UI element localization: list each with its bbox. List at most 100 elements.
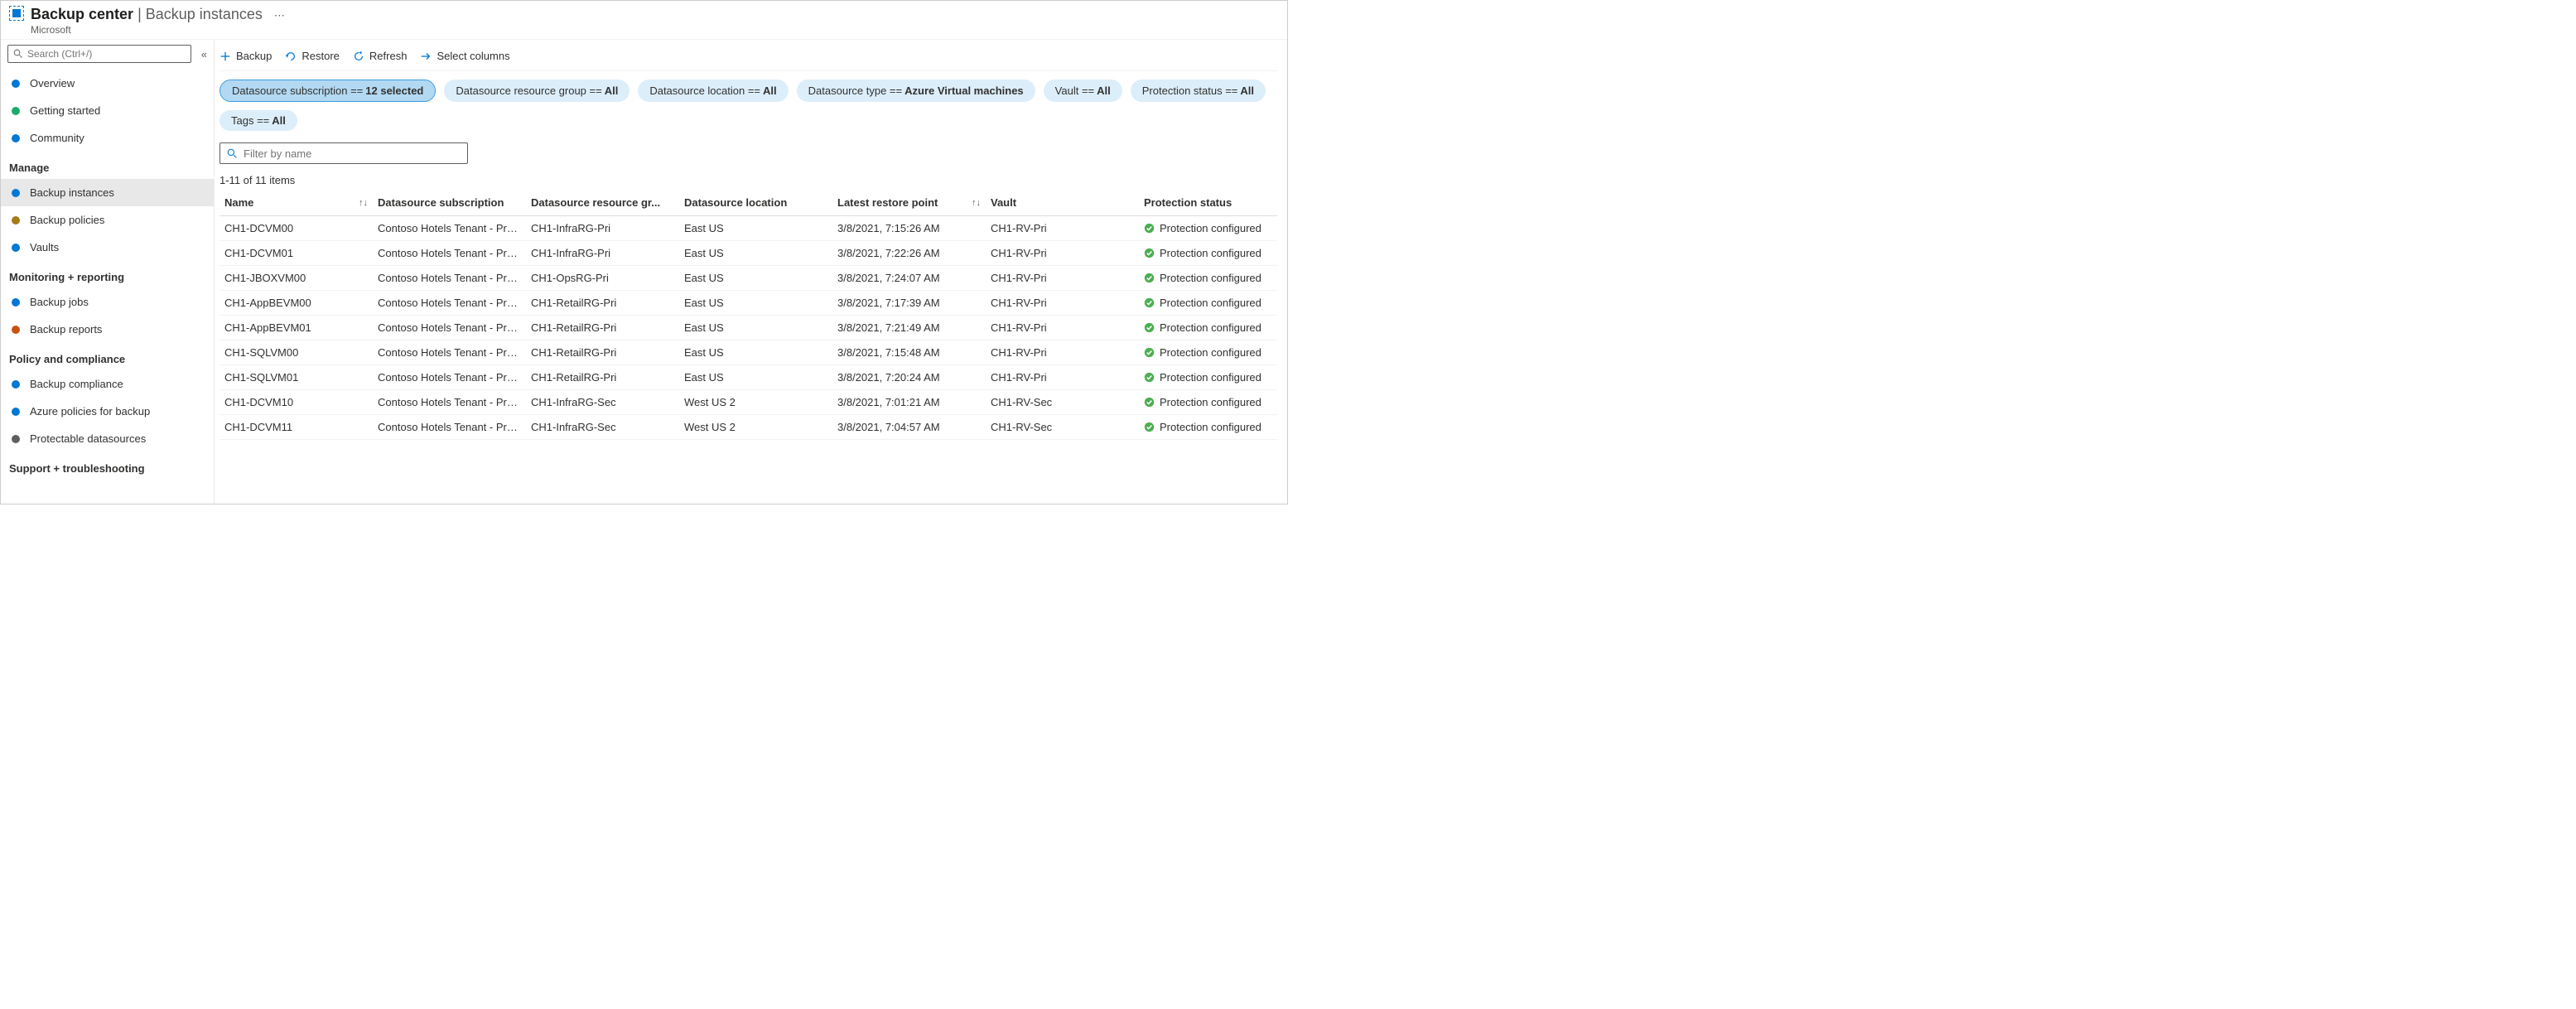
cell-status: Protection configured: [1139, 241, 1277, 266]
filter-chip[interactable]: Protection status == All: [1131, 80, 1266, 102]
column-header[interactable]: Datasource location: [679, 190, 832, 216]
table-row[interactable]: CH1-JBOXVM00Contoso Hotels Tenant - Pro.…: [219, 266, 1277, 291]
sidebar-item-backup-reports[interactable]: Backup reports: [1, 316, 214, 343]
cell-vault: CH1-RV-Pri: [986, 216, 1139, 241]
sidebar-item-label: Backup reports: [30, 323, 102, 336]
cell-subscription: Contoso Hotels Tenant - Pro...: [373, 316, 526, 340]
restore-icon: [285, 51, 297, 62]
cell-vault: CH1-RV-Pri: [986, 316, 1139, 340]
sort-icon[interactable]: ↑↓: [359, 198, 368, 208]
command-bar: Backup Restore Refresh: [219, 45, 1277, 71]
column-header[interactable]: Datasource resource gr...: [526, 190, 679, 216]
table-row[interactable]: CH1-DCVM10Contoso Hotels Tenant - Pro...…: [219, 390, 1277, 415]
cell-vault: CH1-RV-Pri: [986, 291, 1139, 316]
search-icon: [13, 49, 23, 59]
sort-icon[interactable]: ↑↓: [972, 198, 981, 208]
backup-button[interactable]: Backup: [219, 50, 272, 62]
title-prefix: Backup center: [31, 6, 133, 22]
success-icon: [1144, 297, 1155, 308]
cell-location: East US: [679, 291, 832, 316]
sidebar-search-field[interactable]: [27, 48, 186, 60]
restore-button[interactable]: Restore: [285, 50, 340, 62]
filter-chip[interactable]: Vault == All: [1044, 80, 1122, 102]
cell-location: East US: [679, 365, 832, 390]
chip-label: Datasource resource group ==: [456, 84, 601, 97]
nav-icon: [9, 133, 22, 144]
title-suffix: Backup instances: [146, 6, 263, 22]
cell-resource-group: CH1-RetailRG-Pri: [526, 365, 679, 390]
filter-chip[interactable]: Datasource subscription == 12 selected: [219, 80, 436, 102]
cell-location: East US: [679, 266, 832, 291]
table-row[interactable]: CH1-DCVM00Contoso Hotels Tenant - Pro...…: [219, 216, 1277, 241]
item-count: 1-11 of 11 items: [219, 174, 1277, 186]
column-header[interactable]: Name↑↓: [219, 190, 373, 216]
sidebar-item-backup-policies[interactable]: Backup policies: [1, 206, 214, 234]
table-row[interactable]: CH1-DCVM11Contoso Hotels Tenant - Pro...…: [219, 415, 1277, 440]
success-icon: [1144, 372, 1155, 383]
cell-restore-point: 3/8/2021, 7:20:24 AM: [832, 365, 986, 390]
sidebar-item-community[interactable]: Community: [1, 124, 214, 152]
sidebar-item-label: Backup jobs: [30, 296, 89, 308]
sidebar-item-backup-instances[interactable]: Backup instances: [1, 179, 214, 206]
sidebar-item-protectable-datasources[interactable]: Protectable datasources: [1, 425, 214, 452]
cell-name: CH1-DCVM01: [219, 241, 373, 266]
column-header[interactable]: Latest restore point ↑↓: [832, 190, 986, 216]
sidebar-item-vaults[interactable]: Vaults: [1, 234, 214, 261]
cell-resource-group: CH1-InfraRG-Pri: [526, 241, 679, 266]
sidebar-section-heading: Manage: [1, 152, 214, 179]
cell-vault: CH1-RV-Sec: [986, 390, 1139, 415]
success-icon: [1144, 322, 1155, 333]
sidebar-search-input[interactable]: [7, 45, 191, 63]
cell-resource-group: CH1-InfraRG-Pri: [526, 216, 679, 241]
cell-resource-group: CH1-RetailRG-Pri: [526, 316, 679, 340]
table-row[interactable]: CH1-SQLVM01Contoso Hotels Tenant - Pro..…: [219, 365, 1277, 390]
chip-label: Datasource type ==: [808, 84, 902, 97]
cell-subscription: Contoso Hotels Tenant - Pro...: [373, 390, 526, 415]
sidebar-section-heading: Policy and compliance: [1, 343, 214, 370]
chip-value: All: [272, 114, 286, 127]
table-row[interactable]: CH1-DCVM01Contoso Hotels Tenant - Pro...…: [219, 241, 1277, 266]
sidebar-item-label: Azure policies for backup: [30, 405, 150, 418]
sidebar-item-label: Vaults: [30, 241, 59, 253]
cell-resource-group: CH1-InfraRG-Sec: [526, 415, 679, 440]
cell-subscription: Contoso Hotels Tenant - Pro...: [373, 415, 526, 440]
backup-label: Backup: [236, 50, 272, 62]
cell-vault: CH1-RV-Sec: [986, 415, 1139, 440]
chip-value: All: [1240, 84, 1254, 97]
column-label: Datasource location: [684, 196, 787, 209]
more-actions-icon[interactable]: ⋯: [274, 9, 285, 22]
column-header[interactable]: Protection status: [1139, 190, 1277, 216]
sidebar-item-getting-started[interactable]: Getting started: [1, 97, 214, 124]
column-label: Datasource resource gr...: [531, 196, 660, 209]
filter-chip[interactable]: Datasource location == All: [638, 80, 788, 102]
filter-chip[interactable]: Tags == All: [219, 110, 297, 131]
cell-location: East US: [679, 316, 832, 340]
cell-status: Protection configured: [1139, 340, 1277, 365]
select-columns-button[interactable]: Select columns: [420, 50, 509, 62]
cell-status: Protection configured: [1139, 390, 1277, 415]
cell-name: CH1-AppBEVM00: [219, 291, 373, 316]
filter-chip[interactable]: Datasource resource group == All: [444, 80, 630, 102]
collapse-sidebar-icon[interactable]: «: [201, 48, 207, 60]
table-row[interactable]: CH1-SQLVM00Contoso Hotels Tenant - Pro..…: [219, 340, 1277, 365]
page-subtitle: Microsoft: [31, 24, 263, 36]
filter-chip[interactable]: Datasource type == Azure Virtual machine…: [797, 80, 1035, 102]
refresh-button[interactable]: Refresh: [353, 50, 408, 62]
table-row[interactable]: CH1-AppBEVM00Contoso Hotels Tenant - Pro…: [219, 291, 1277, 316]
column-label: Latest restore point: [837, 196, 938, 209]
column-header[interactable]: Vault: [986, 190, 1139, 216]
refresh-label: Refresh: [369, 50, 408, 62]
cell-location: West US 2: [679, 390, 832, 415]
filter-by-name-field[interactable]: [244, 147, 461, 160]
filter-by-name-input[interactable]: [219, 142, 468, 164]
cell-location: West US 2: [679, 415, 832, 440]
column-header[interactable]: Datasource subscription: [373, 190, 526, 216]
sidebar-item-backup-jobs[interactable]: Backup jobs: [1, 288, 214, 316]
sidebar-item-overview[interactable]: Overview: [1, 70, 214, 97]
chip-value: All: [605, 84, 619, 97]
chip-value: All: [763, 84, 777, 97]
sidebar-item-azure-policies-for-backup[interactable]: Azure policies for backup: [1, 398, 214, 425]
table-row[interactable]: CH1-AppBEVM01Contoso Hotels Tenant - Pro…: [219, 316, 1277, 340]
sidebar-item-backup-compliance[interactable]: Backup compliance: [1, 370, 214, 398]
cell-name: CH1-DCVM00: [219, 216, 373, 241]
